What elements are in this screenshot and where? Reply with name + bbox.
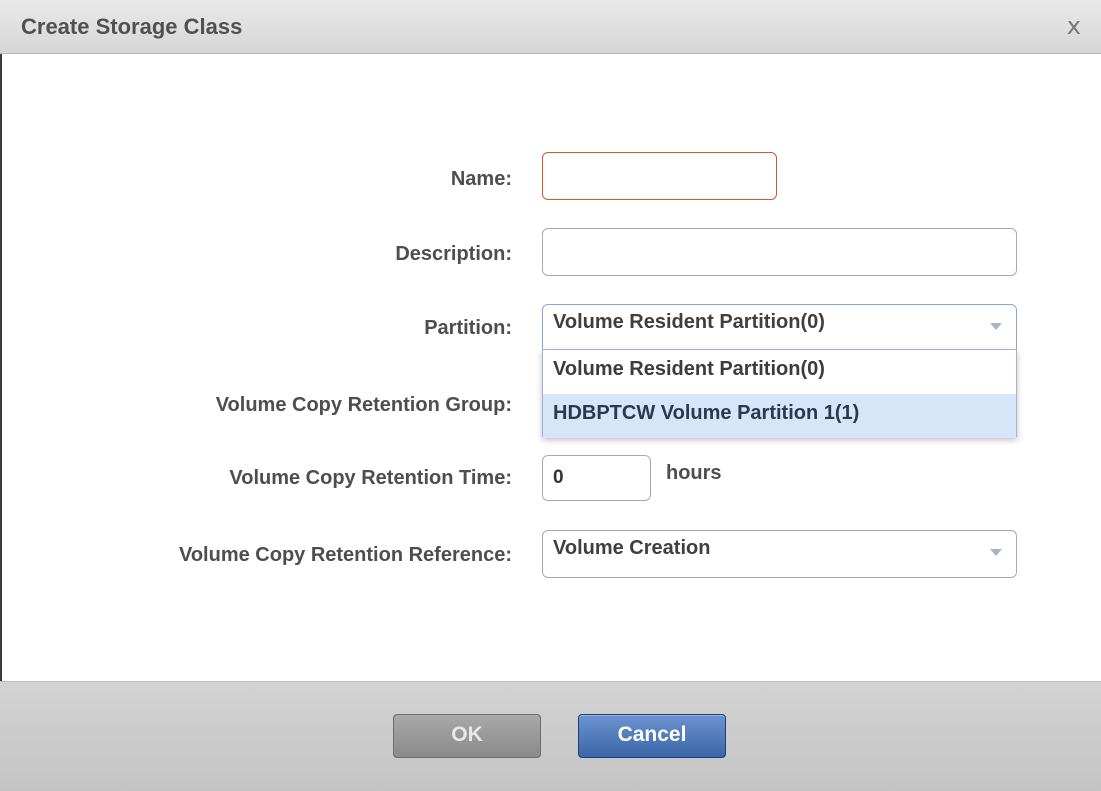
dialog-footer [0, 681, 1101, 791]
partition-select[interactable]: Volume Resident Partition(0) [542, 304, 1017, 350]
ok-button[interactable]: OK [393, 714, 541, 758]
retention-group-label: Volume Copy Retention Group: [215, 394, 512, 416]
chevron-down-icon [990, 549, 1002, 556]
partition-option[interactable]: Volume Resident Partition(0) [543, 350, 1016, 394]
name-label: Name: [450, 168, 512, 190]
retention-reference-label: Volume Copy Retention Reference: [178, 544, 512, 566]
create-storage-class-dialog: Create Storage Class x Name: Description… [0, 0, 1101, 791]
description-input[interactable] [542, 228, 1017, 276]
partition-option-highlighted[interactable]: HDBPTCW Volume Partition 1(1) [543, 394, 1016, 438]
partition-dropdown-list: Volume Resident Partition(0) HDBPTCW Vol… [542, 349, 1017, 438]
dialog-title-bar: Create Storage Class x [0, 0, 1101, 54]
partition-label: Partition: [424, 317, 512, 339]
close-icon[interactable]: x [1067, 12, 1081, 40]
cancel-button[interactable]: Cancel [578, 714, 726, 758]
retention-time-label: Volume Copy Retention Time: [229, 467, 512, 489]
retention-reference-select[interactable]: Volume Creation [542, 530, 1017, 578]
dialog-title: Create Storage Class [21, 14, 243, 39]
name-input[interactable] [542, 152, 777, 200]
dialog-left-border [0, 54, 2, 790]
retention-reference-selected-value: Volume Creation [553, 537, 711, 559]
chevron-down-icon [990, 323, 1002, 330]
retention-time-unit: hours [666, 462, 722, 484]
partition-selected-value: Volume Resident Partition(0) [553, 311, 825, 333]
description-label: Description: [395, 243, 512, 265]
retention-time-input[interactable] [542, 455, 651, 501]
